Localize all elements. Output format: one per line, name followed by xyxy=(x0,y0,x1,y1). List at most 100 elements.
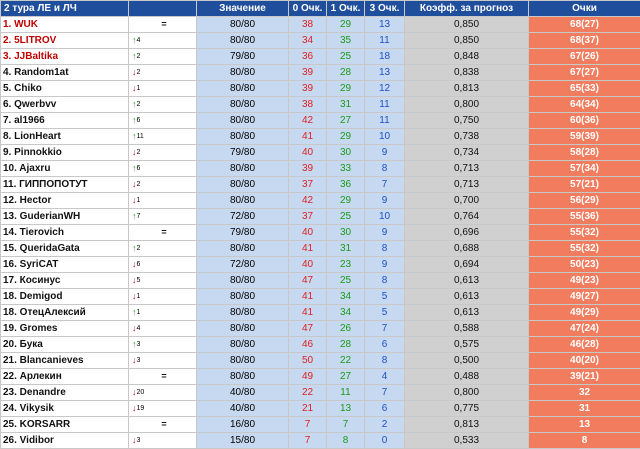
zero-points-cell: 39 xyxy=(289,161,327,177)
table-row: 18. ОтецАлексий↑180/80413450,61349(29) xyxy=(1,305,640,321)
rank-delta: 6 xyxy=(137,261,141,268)
points-cell: 68(37) xyxy=(529,33,640,49)
coefficient-cell: 0,800 xyxy=(405,385,529,401)
header-points: Очки xyxy=(529,1,640,17)
zero-points-cell: 42 xyxy=(289,113,327,129)
one-point-cell: 31 xyxy=(327,97,365,113)
one-point-cell: 27 xyxy=(327,113,365,129)
header-value: Значение xyxy=(197,1,289,17)
rank-change: ↓1 xyxy=(129,193,197,209)
value-cell: 79/80 xyxy=(197,49,289,65)
one-point-cell: 30 xyxy=(327,145,365,161)
coefficient-cell: 0,613 xyxy=(405,305,529,321)
one-point-cell: 31 xyxy=(327,241,365,257)
value-cell: 72/80 xyxy=(197,257,289,273)
one-point-cell: 29 xyxy=(327,129,365,145)
zero-points-cell: 40 xyxy=(289,257,327,273)
coefficient-cell: 0,750 xyxy=(405,113,529,129)
standings-body: 1. WUK=80/803829130,85068(27)2. 5LITROV↑… xyxy=(1,17,640,449)
value-cell: 40/80 xyxy=(197,401,289,417)
table-row: 21. Blancanieves↓380/80502280,50040(20) xyxy=(1,353,640,369)
player-name: 13. GuderianWH xyxy=(1,209,129,225)
rank-change: ↓4 xyxy=(129,321,197,337)
player-name: 24. Vikysik xyxy=(1,401,129,417)
table-row: 12. Hector↓180/80422990,70056(29) xyxy=(1,193,640,209)
player-name: 9. Pinnokkio xyxy=(1,145,129,161)
value-cell: 15/80 xyxy=(197,433,289,449)
rank-change: ↓2 xyxy=(129,177,197,193)
points-cell: 49(23) xyxy=(529,273,640,289)
three-points-cell: 12 xyxy=(365,81,405,97)
points-cell: 49(29) xyxy=(529,305,640,321)
value-cell: 79/80 xyxy=(197,225,289,241)
rank-delta: 5 xyxy=(137,277,141,284)
rank-change: ↑11 xyxy=(129,129,197,145)
coefficient-cell: 0,688 xyxy=(405,241,529,257)
header-three-points: 3 Очк. xyxy=(365,1,405,17)
player-name: 23. Denandre xyxy=(1,385,129,401)
player-name: 21. Blancanieves xyxy=(1,353,129,369)
points-cell: 65(33) xyxy=(529,81,640,97)
player-name: 12. Hector xyxy=(1,193,129,209)
coefficient-cell: 0,713 xyxy=(405,161,529,177)
rank-change: ↓3 xyxy=(129,433,197,449)
coefficient-cell: 0,838 xyxy=(405,65,529,81)
rank-change: = xyxy=(129,369,197,385)
three-points-cell: 5 xyxy=(365,289,405,305)
table-row: 10. Ajaxru↑680/80393380,71357(34) xyxy=(1,161,640,177)
no-change-marker: = xyxy=(161,371,166,381)
points-cell: 49(27) xyxy=(529,289,640,305)
table-row: 6. Qwerbvv↑280/803831110,80064(34) xyxy=(1,97,640,113)
three-points-cell: 11 xyxy=(365,97,405,113)
header-name: 2 тура ЛЕ и ЛЧ xyxy=(1,1,129,17)
value-cell: 80/80 xyxy=(197,337,289,353)
value-cell: 80/80 xyxy=(197,273,289,289)
rank-delta: 2 xyxy=(137,181,141,188)
zero-points-cell: 49 xyxy=(289,369,327,385)
rank-delta: 3 xyxy=(137,437,141,444)
points-cell: 68(27) xyxy=(529,17,640,33)
value-cell: 80/80 xyxy=(197,289,289,305)
one-point-cell: 25 xyxy=(327,273,365,289)
points-cell: 58(28) xyxy=(529,145,640,161)
header-row: 2 тура ЛЕ и ЛЧ Значение 0 Очк. 1 Очк. 3 … xyxy=(1,1,640,17)
value-cell: 80/80 xyxy=(197,241,289,257)
table-row: 19. Gromes↓480/80472670,58847(24) xyxy=(1,321,640,337)
coefficient-cell: 0,734 xyxy=(405,145,529,161)
zero-points-cell: 46 xyxy=(289,337,327,353)
coefficient-cell: 0,488 xyxy=(405,369,529,385)
table-row: 11. ГИППОПОТУТ↓280/80373670,71357(21) xyxy=(1,177,640,193)
player-name: 18. ОтецАлексий xyxy=(1,305,129,321)
points-cell: 57(34) xyxy=(529,161,640,177)
player-name: 7. al1966 xyxy=(1,113,129,129)
rank-change: ↑3 xyxy=(129,337,197,353)
three-points-cell: 10 xyxy=(365,209,405,225)
player-name: 1. WUK xyxy=(1,17,129,33)
one-point-cell: 22 xyxy=(327,353,365,369)
value-cell: 80/80 xyxy=(197,321,289,337)
three-points-cell: 13 xyxy=(365,65,405,81)
three-points-cell: 11 xyxy=(365,113,405,129)
rank-change: ↓6 xyxy=(129,257,197,273)
coefficient-cell: 0,764 xyxy=(405,209,529,225)
coefficient-cell: 0,848 xyxy=(405,49,529,65)
value-cell: 80/80 xyxy=(197,161,289,177)
coefficient-cell: 0,500 xyxy=(405,353,529,369)
zero-points-cell: 21 xyxy=(289,401,327,417)
rank-change: ↓3 xyxy=(129,353,197,369)
coefficient-cell: 0,800 xyxy=(405,97,529,113)
value-cell: 80/80 xyxy=(197,33,289,49)
rank-delta: 2 xyxy=(137,245,141,252)
table-row: 5. Chiko↓180/803929120,81365(33) xyxy=(1,81,640,97)
header-coefficient: Коэфф. за прогноз xyxy=(405,1,529,17)
rank-change: ↑1 xyxy=(129,305,197,321)
points-cell: 60(36) xyxy=(529,113,640,129)
rank-change: ↑6 xyxy=(129,113,197,129)
rank-change: ↑2 xyxy=(129,49,197,65)
zero-points-cell: 47 xyxy=(289,321,327,337)
one-point-cell: 25 xyxy=(327,49,365,65)
rank-change: = xyxy=(129,417,197,433)
one-point-cell: 28 xyxy=(327,65,365,81)
table-row: 20. Бука↑380/80462860,57546(28) xyxy=(1,337,640,353)
three-points-cell: 8 xyxy=(365,273,405,289)
